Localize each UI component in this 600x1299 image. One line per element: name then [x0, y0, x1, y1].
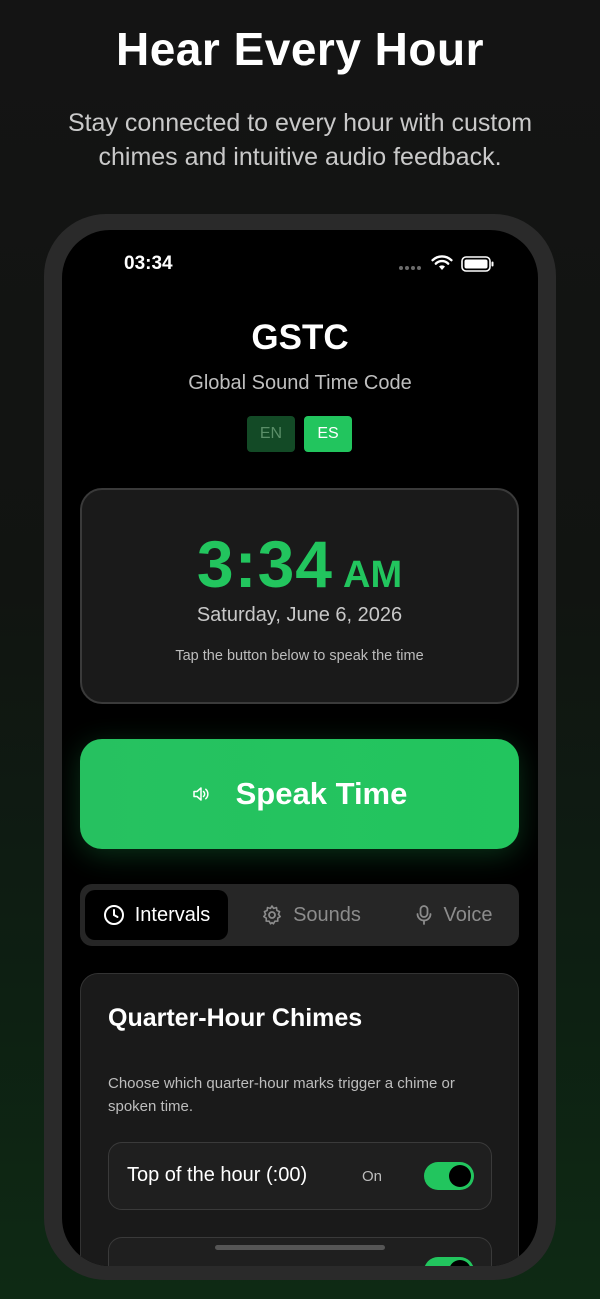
speak-time-label: Speak Time: [235, 776, 408, 811]
clock-ampm: AM: [343, 554, 403, 596]
tab-sounds-label: Sounds: [293, 903, 361, 926]
app-subtitle: Global Sound Time Code: [188, 372, 412, 394]
language-switcher: EN ES: [247, 416, 352, 452]
tab-voice[interactable]: Voice: [398, 890, 508, 940]
clock-card: 3:34 AM Saturday, June 6, 2026 Tap the bu…: [80, 488, 519, 704]
speaker-icon: [192, 787, 209, 801]
marketing-subheadline: Stay connected to every hour with custom…: [67, 109, 533, 171]
cellular-dots-icon: [399, 266, 421, 270]
chime-row-second[interactable]: [108, 1237, 492, 1266]
settings-tabs: Intervals Sounds Voice: [80, 884, 519, 946]
chime-row-state: On: [362, 1168, 383, 1185]
microphone-icon: [416, 905, 431, 925]
app-title: GSTC: [251, 318, 349, 357]
clock-icon: [103, 905, 124, 925]
clock-date: Saturday, June 6, 2026: [196, 604, 403, 626]
home-indicator[interactable]: [215, 1245, 385, 1250]
section-description: Choose which quarter-hour marks trigger …: [108, 1075, 455, 1115]
chime-toggle[interactable]: [424, 1162, 474, 1190]
language-en-button[interactable]: EN: [247, 416, 295, 452]
tab-intervals-label: Intervals: [134, 903, 211, 926]
toggle-knob: [449, 1260, 471, 1266]
clock-hours-minutes: 3:34: [196, 527, 333, 601]
tab-sounds[interactable]: Sounds: [246, 890, 376, 940]
marketing-headline: Hear Every Hour: [116, 23, 484, 75]
status-bar: 03:34: [62, 230, 538, 300]
wifi-icon: [431, 255, 453, 270]
battery-icon: [461, 256, 494, 272]
quarter-hour-card: Quarter-Hour Chimes Choose which quarter…: [80, 973, 519, 1266]
gear-icon: [263, 905, 282, 925]
tab-intervals[interactable]: Intervals: [85, 890, 228, 940]
language-es-button[interactable]: ES: [304, 416, 352, 452]
section-title: Quarter-Hour Chimes: [108, 1004, 363, 1032]
chime-toggle[interactable]: [424, 1257, 474, 1266]
clock-time: 3:34 AM: [82, 526, 517, 602]
status-time: 03:34: [124, 253, 173, 274]
speak-time-button[interactable]: Speak Time: [80, 739, 519, 849]
chime-row-label: Top of the hour (:00): [127, 1164, 308, 1186]
tab-voice-label: Voice: [443, 903, 493, 926]
clock-hint: Tap the button below to speak the time: [175, 648, 424, 664]
chime-row-top-of-hour[interactable]: Top of the hour (:00) On: [108, 1142, 492, 1210]
toggle-knob: [449, 1165, 471, 1187]
phone-screen: 03:34 GSTC Global Sound Time Code EN ES …: [62, 230, 538, 1266]
